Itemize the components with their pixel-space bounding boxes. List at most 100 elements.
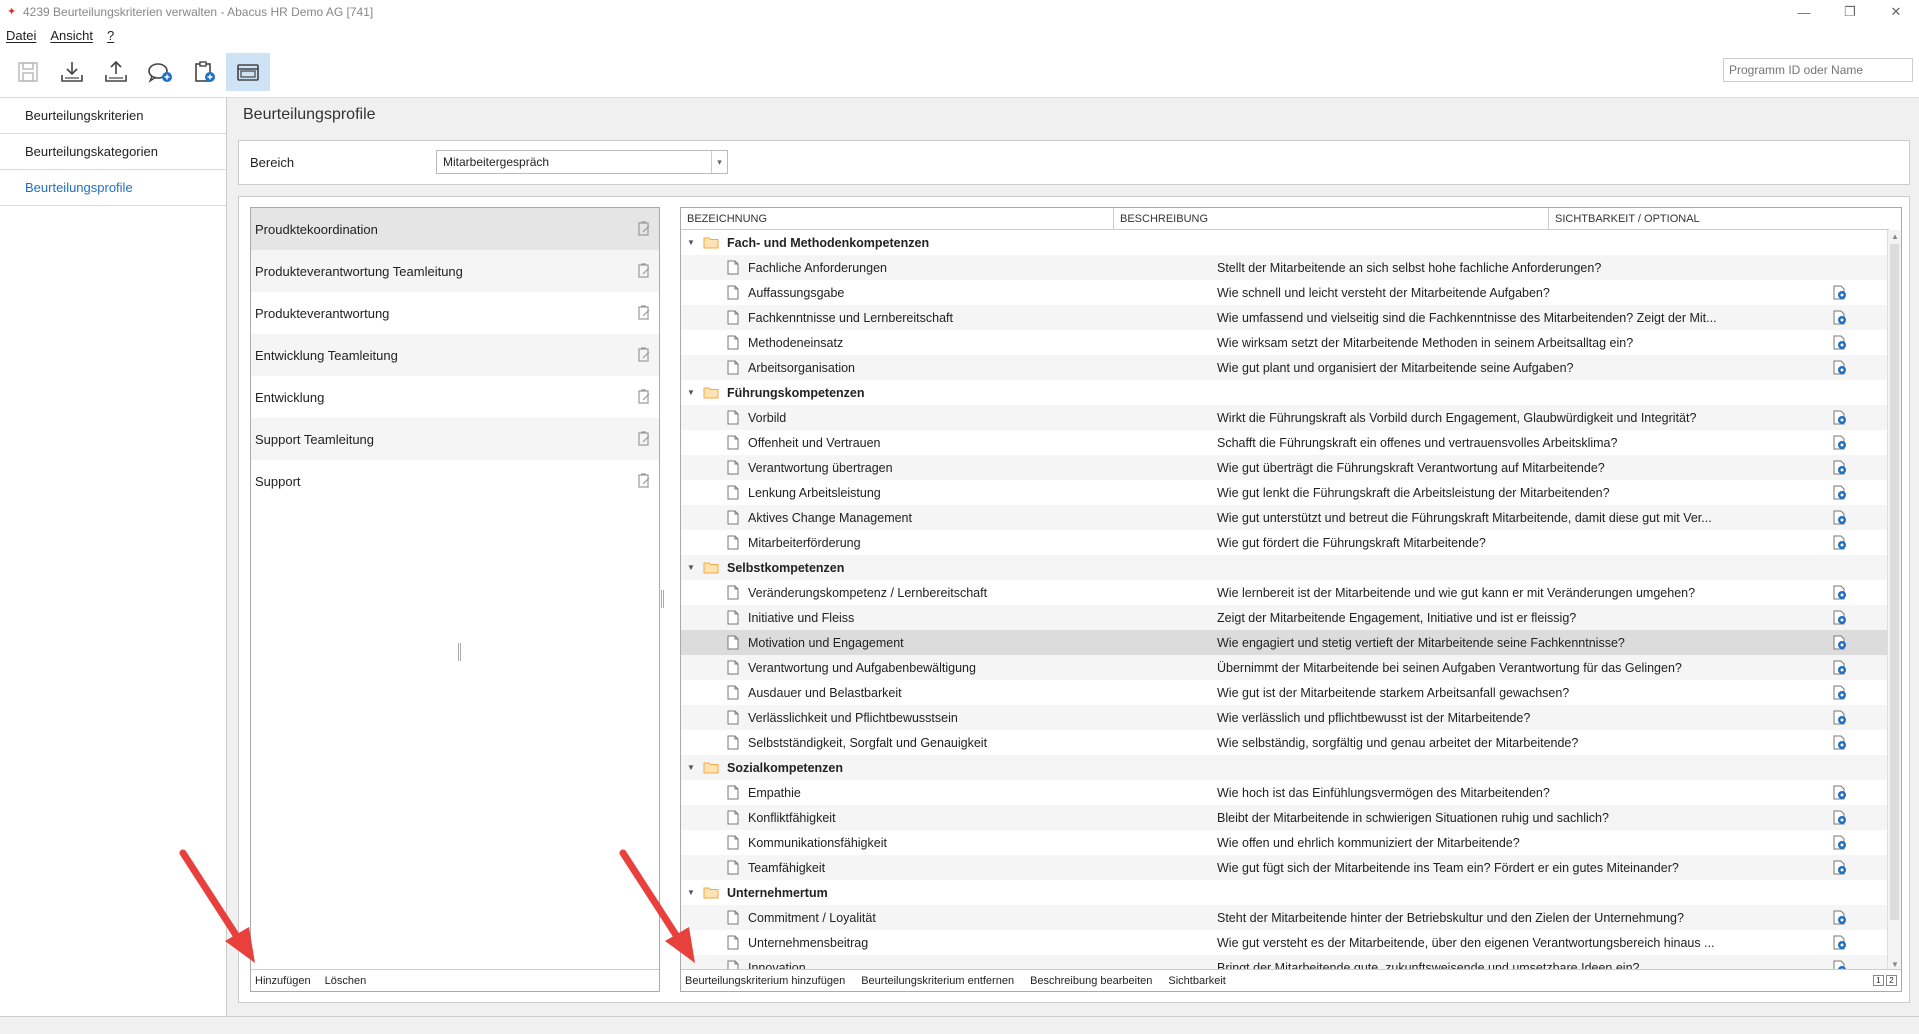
comment-button[interactable] [138,53,182,91]
bereich-select[interactable]: Mitarbeitergespräch ▾ [436,150,728,174]
criterion-row[interactable]: Aktives Change Management Wie gut unterst… [681,505,1889,530]
column-header-sichtbarkeit[interactable]: SICHTBARKEIT / OPTIONAL [1549,208,1889,230]
visibility-settings-icon[interactable] [1833,535,1847,550]
criterion-row[interactable]: Commitment / Loyalität Steht der Mitarbei… [681,905,1889,930]
criterion-row[interactable]: Methodeneinsatz Wie wirksam setzt der Mit… [681,330,1889,355]
visibility-button[interactable]: Sichtbarkeit [1168,975,1225,987]
column-header-beschreibung[interactable]: BESCHREIBUNG [1114,208,1549,230]
criterion-row[interactable]: Veränderungskompetenz / Lernbereitschaft… [681,580,1889,605]
middle-splitter-handle[interactable] [661,590,664,608]
category-group-row[interactable]: ▼ Selbstkompetenzen [681,555,1889,580]
scroll-up-icon[interactable]: ▲ [1888,230,1901,242]
delete-profile-button[interactable]: Löschen [325,975,367,987]
vertical-scrollbar[interactable]: ▲ ▼ [1887,230,1901,970]
category-group-row[interactable]: ▼ Fach- und Methodenkompetenzen [681,230,1889,255]
left-splitter-handle[interactable] [458,643,461,661]
criterion-row[interactable]: Fachkenntnisse und Lernbereitschaft Wie u… [681,305,1889,330]
close-icon[interactable]: ✕ [1873,0,1919,24]
profile-item[interactable]: Produkteverantwortung Teamleitung [251,250,659,292]
profile-item[interactable]: Produkteverantwortung [251,292,659,334]
page-1-button[interactable]: 1 [1873,975,1884,986]
visibility-settings-icon[interactable] [1833,635,1847,650]
remove-criterion-button[interactable]: Beurteilungskriterium entfernen [861,975,1014,987]
visibility-settings-icon[interactable] [1833,460,1847,475]
visibility-settings-icon[interactable] [1833,735,1847,750]
scrollbar-thumb[interactable] [1890,244,1899,920]
program-search-input[interactable] [1723,58,1913,82]
edit-note-icon[interactable] [637,473,651,489]
add-criterion-button[interactable]: Beurteilungskriterium hinzufügen [685,975,845,987]
visibility-settings-icon[interactable] [1833,410,1847,425]
save-button[interactable] [6,53,50,91]
criterion-row[interactable]: Kommunikationsfähigkeit Wie offen und ehr… [681,830,1889,855]
criterion-row[interactable]: Ausdauer und Belastbarkeit Wie gut ist de… [681,680,1889,705]
criterion-row[interactable]: Selbstständigkeit, Sorgfalt und Genauigk… [681,730,1889,755]
criterion-row[interactable]: Offenheit und Vertrauen Schafft die Führu… [681,430,1889,455]
criterion-row[interactable]: Unternehmensbeitrag Wie gut versteht es d… [681,930,1889,955]
restore-icon[interactable]: ❐ [1827,0,1873,24]
category-group-row[interactable]: ▼ Unternehmertum [681,880,1889,905]
visibility-settings-icon[interactable] [1833,660,1847,675]
visibility-settings-icon[interactable] [1833,335,1847,350]
visibility-settings-icon[interactable] [1833,710,1847,725]
chevron-down-icon[interactable]: ▾ [711,151,727,173]
category-group-row[interactable]: ▼ Führungskompetenzen [681,380,1889,405]
column-header-bezeichnung[interactable]: BEZEICHNUNG [681,208,1114,230]
visibility-settings-icon[interactable] [1833,435,1847,450]
window-button[interactable] [226,52,270,91]
edit-note-icon[interactable] [637,263,651,279]
nav-item-beurteilungskriterien[interactable]: Beurteilungskriterien [0,98,226,134]
profile-item[interactable]: Support Teamleitung [251,418,659,460]
edit-note-icon[interactable] [637,389,651,405]
criterion-row[interactable]: Innovation Bringt der Mitarbeitende gute,… [681,955,1889,970]
criterion-row[interactable]: Teamfähigkeit Wie gut fügt sich der Mitar… [681,855,1889,880]
visibility-settings-icon[interactable] [1833,510,1847,525]
visibility-settings-icon[interactable] [1833,285,1847,300]
chevron-down-icon[interactable]: ▼ [687,563,699,572]
visibility-settings-icon[interactable] [1833,585,1847,600]
criterion-row[interactable]: Initiative und Fleiss Zeigt der Mitarbeit… [681,605,1889,630]
criterion-row[interactable]: Fachliche Anforderungen Stellt der Mitarb… [681,255,1889,280]
add-profile-button[interactable]: Hinzufügen [255,975,311,987]
visibility-settings-icon[interactable] [1833,860,1847,875]
visibility-settings-icon[interactable] [1833,610,1847,625]
criterion-row[interactable]: Vorbild Wirkt die Führungskraft als Vorbi… [681,405,1889,430]
nav-item-beurteilungsprofile[interactable]: Beurteilungsprofile [0,170,226,206]
criterion-row[interactable]: Auffassungsgabe Wie schnell und leicht ve… [681,280,1889,305]
menu-ansicht[interactable]: Ansicht [50,28,93,43]
profile-item[interactable]: Entwicklung [251,376,659,418]
visibility-settings-icon[interactable] [1833,360,1847,375]
edit-note-icon[interactable] [637,305,651,321]
profile-item[interactable]: Proudktekoordination [251,208,659,250]
criterion-row[interactable]: Arbeitsorganisation Wie gut plant und org… [681,355,1889,380]
visibility-settings-icon[interactable] [1833,810,1847,825]
profile-item[interactable]: Entwicklung Teamleitung [251,334,659,376]
criterion-row[interactable]: Lenkung Arbeitsleistung Wie gut lenkt die… [681,480,1889,505]
visibility-settings-icon[interactable] [1833,485,1847,500]
criterion-row[interactable]: Motivation und Engagement Wie engagiert u… [681,630,1889,655]
clipboard-add-button[interactable] [182,53,226,91]
category-group-row[interactable]: ▼ Sozialkompetenzen [681,755,1889,780]
visibility-settings-icon[interactable] [1833,685,1847,700]
criterion-row[interactable]: Verantwortung übertragen Wie gut überträg… [681,455,1889,480]
menu-help[interactable]: ? [107,28,114,43]
criterion-row[interactable]: Verantwortung und Aufgabenbewältigung Übe… [681,655,1889,680]
profile-item[interactable]: Support [251,460,659,502]
criterion-row[interactable]: Konfliktfähigkeit Bleibt der Mitarbeitend… [681,805,1889,830]
chevron-down-icon[interactable]: ▼ [687,388,699,397]
edit-note-icon[interactable] [637,431,651,447]
criterion-row[interactable]: Empathie Wie hoch ist das Einfühlungsverm… [681,780,1889,805]
import-button[interactable] [50,53,94,91]
export-button[interactable] [94,53,138,91]
visibility-settings-icon[interactable] [1833,910,1847,925]
chevron-down-icon[interactable]: ▼ [687,763,699,772]
edit-note-icon[interactable] [637,221,651,237]
page-2-button[interactable]: 2 [1886,975,1897,986]
edit-note-icon[interactable] [637,347,651,363]
minimize-icon[interactable]: — [1781,0,1827,24]
edit-description-button[interactable]: Beschreibung bearbeiten [1030,975,1152,987]
menu-datei[interactable]: Datei [6,28,36,43]
nav-item-beurteilungskategorien[interactable]: Beurteilungskategorien [0,134,226,170]
criterion-row[interactable]: Mitarbeiterförderung Wie gut fördert die … [681,530,1889,555]
chevron-down-icon[interactable]: ▼ [687,238,699,247]
